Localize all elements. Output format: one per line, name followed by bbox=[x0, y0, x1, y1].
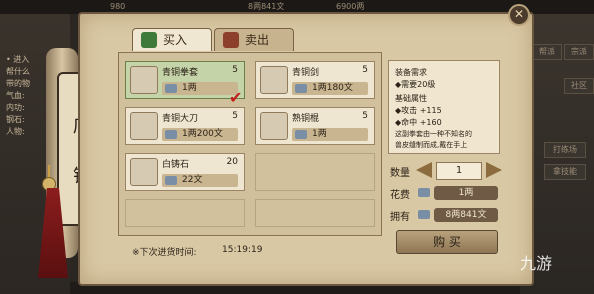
silver-coin-icon bbox=[295, 84, 307, 93]
item-price-bar: 1两 bbox=[162, 82, 238, 95]
money-pouch-icon bbox=[223, 32, 239, 48]
detail-line: ◆攻击 +115 bbox=[395, 106, 442, 115]
quantity-field[interactable]: 1 bbox=[436, 162, 482, 180]
item-name: 青铜拳套 bbox=[162, 68, 199, 78]
detail-line: ◆命中 +160 bbox=[395, 118, 442, 127]
white-stone-icon bbox=[130, 158, 158, 186]
left-line: 钢石: bbox=[6, 115, 25, 124]
side-button-sect[interactable]: 宗派 bbox=[564, 44, 594, 60]
silver-coin-icon bbox=[165, 84, 177, 93]
item-price: 1两180文 bbox=[312, 83, 353, 93]
tab-buy-label: 买入 bbox=[163, 33, 188, 47]
bronze-sword-icon bbox=[260, 66, 288, 94]
item-price-bar: 1两180文 bbox=[292, 82, 368, 95]
watermark: 九游 bbox=[520, 254, 553, 273]
item-quantity: 20 bbox=[226, 157, 238, 167]
item-name: 白铸石 bbox=[162, 160, 190, 170]
item-name: 青铜大刀 bbox=[162, 114, 199, 124]
left-line: 人物: bbox=[6, 127, 25, 136]
item-name: 青铜剑 bbox=[292, 68, 320, 78]
item-price-bar: 1两200文 bbox=[162, 128, 238, 141]
side-button-guild[interactable]: 帮派 bbox=[532, 44, 562, 60]
item-price: 1两200文 bbox=[182, 129, 223, 139]
silver-coin-icon bbox=[165, 130, 177, 139]
check-icon: ✔ bbox=[229, 88, 243, 107]
empty-slot bbox=[255, 199, 375, 227]
shop-item[interactable]: 熟铜棍 5 1两 bbox=[255, 107, 375, 145]
left-line: 带的物 bbox=[6, 79, 30, 88]
item-quantity: 5 bbox=[362, 65, 368, 75]
side-button-training[interactable]: 打练场 bbox=[544, 142, 586, 158]
owned-label: 拥有 bbox=[390, 212, 410, 223]
shop-item[interactable]: 白铸石 20 22文 bbox=[125, 153, 245, 191]
detail-line: 装备需求 bbox=[395, 68, 427, 77]
close-icon[interactable]: ✕ bbox=[508, 4, 530, 26]
bronze-gauntlet-icon bbox=[130, 66, 158, 94]
silver-coin-icon bbox=[165, 176, 177, 185]
shop-item[interactable]: 青铜剑 5 1两180文 bbox=[255, 61, 375, 99]
shop-item[interactable]: 青铜大刀 5 1两200文 bbox=[125, 107, 245, 145]
restock-label: ※下次进货时间: bbox=[132, 248, 197, 258]
tab-sell-label: 卖出 bbox=[245, 33, 270, 47]
item-price: 1两 bbox=[182, 83, 197, 93]
silver-coin-icon bbox=[295, 130, 307, 139]
item-price-bar: 1两 bbox=[292, 128, 368, 141]
owned-value: 8两841文 bbox=[434, 208, 498, 222]
left-line: 气血: bbox=[6, 91, 25, 100]
item-grid: 青铜拳套 5 1两 青铜剑 5 1两180文 青铜大刀 5 1两200文 熟铜棍… bbox=[118, 52, 382, 236]
detail-line: 基础属性 bbox=[395, 94, 427, 103]
item-quantity: 5 bbox=[232, 65, 238, 75]
item-quantity: 5 bbox=[362, 111, 368, 121]
side-button-community[interactable]: 社区 bbox=[564, 78, 594, 94]
empty-slot bbox=[125, 199, 245, 227]
cost-label: 花费 bbox=[390, 190, 410, 201]
cost-value: 1两 bbox=[434, 186, 498, 200]
silver-coin-icon bbox=[418, 210, 430, 219]
item-name: 熟铜棍 bbox=[292, 114, 320, 124]
shop-item[interactable]: 青铜拳套 5 1两 bbox=[125, 61, 245, 99]
detail-line: 这副拳套由一种不知名的 bbox=[395, 130, 472, 138]
item-price-bar: 22文 bbox=[162, 174, 238, 187]
coin-bag-icon bbox=[141, 32, 157, 48]
tab-buy[interactable]: 买入 bbox=[132, 28, 212, 51]
bronze-blade-icon bbox=[130, 112, 158, 140]
left-line: 帮什么 bbox=[6, 67, 30, 76]
item-price: 1两 bbox=[312, 129, 327, 139]
item-quantity: 5 bbox=[232, 111, 238, 121]
detail-line: 兽皮缝制而成,戴在手上 bbox=[395, 141, 468, 149]
item-detail-panel: 装备需求 ◆需要20级 基础属性 ◆攻击 +115 ◆命中 +160 这副拳套由… bbox=[388, 60, 500, 154]
silver-coin-icon bbox=[418, 188, 430, 197]
detail-line: ◆需要20级 bbox=[395, 80, 436, 89]
item-price: 22文 bbox=[182, 175, 203, 185]
left-line: • 进入 bbox=[6, 55, 30, 64]
empty-slot bbox=[255, 153, 375, 191]
buy-button[interactable]: 购 买 bbox=[396, 230, 498, 254]
restock-time: 15:19:19 bbox=[222, 245, 263, 255]
left-line: 内功: bbox=[6, 103, 25, 112]
copper-staff-icon bbox=[260, 112, 288, 140]
side-button-skill[interactable]: 拿技能 bbox=[544, 164, 586, 180]
quantity-label: 数量 bbox=[390, 168, 410, 179]
tab-sell[interactable]: 卖出 bbox=[214, 28, 294, 51]
